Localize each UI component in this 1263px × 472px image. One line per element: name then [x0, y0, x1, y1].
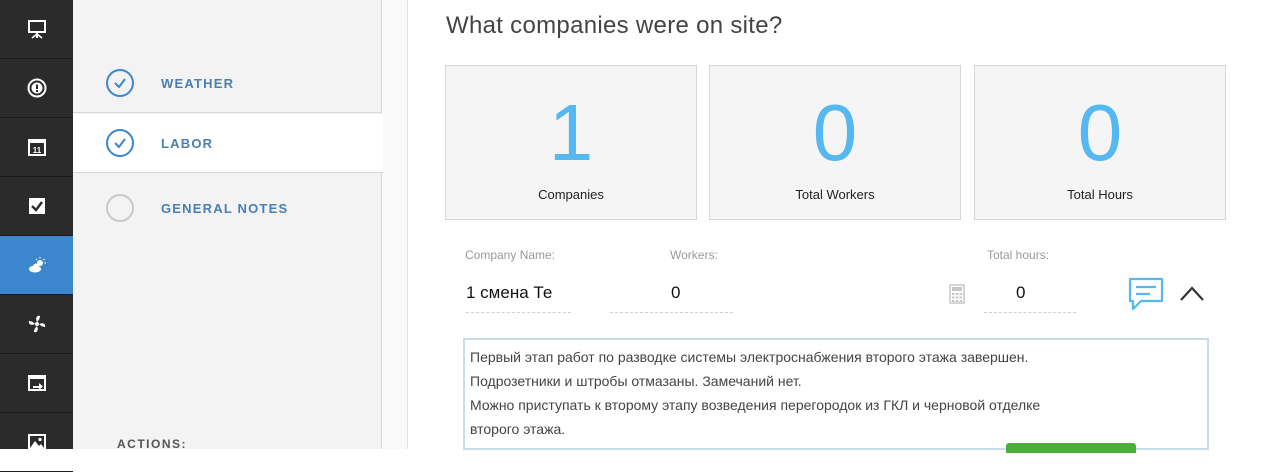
rail-item-export[interactable]: [0, 354, 73, 413]
save-button[interactable]: [1006, 443, 1136, 453]
step-label: WEATHER: [161, 75, 235, 91]
company-name-field[interactable]: 1 смена Те: [466, 283, 578, 303]
notes-textarea[interactable]: Первый этап работ по разводке системы эл…: [463, 338, 1209, 450]
stat-value: 0: [1077, 88, 1123, 177]
weather-icon: [28, 257, 46, 273]
stat-value: 1: [548, 88, 594, 177]
stat-card-companies: 1 Companies: [445, 65, 697, 220]
rail-item-presentation[interactable]: [0, 0, 73, 59]
comment-icon[interactable]: [1127, 276, 1165, 317]
stat-caption: Companies: [538, 187, 604, 202]
rail-item-calendar[interactable]: 11: [0, 118, 73, 177]
fan-icon: [28, 315, 45, 333]
step-weather[interactable]: WEATHER: [73, 54, 382, 113]
step-label: GENERAL NOTES: [161, 200, 289, 216]
notes-line: Первый этап работ по разводке системы эл…: [470, 349, 1029, 365]
alert-icon: [27, 78, 46, 98]
calculator-icon[interactable]: [949, 284, 965, 309]
image-icon: [27, 434, 46, 450]
step-label: LABOR: [161, 135, 214, 151]
total-hours-label: Total hours:: [987, 248, 1050, 262]
main-content: What companies were on site? 1 Companies…: [409, 0, 1263, 453]
rail-item-weather[interactable]: [0, 236, 73, 295]
svg-text:11: 11: [32, 146, 41, 155]
step-general-notes[interactable]: GENERAL NOTES: [73, 178, 382, 238]
check-circle-icon: [106, 129, 134, 157]
stat-caption: Total Workers: [795, 187, 875, 202]
stat-caption: Total Hours: [1067, 187, 1133, 202]
company-name-underline: [466, 312, 571, 313]
calendar-icon: 11: [27, 139, 46, 156]
page-title: What companies were on site?: [446, 12, 783, 39]
steps-panel: WEATHER LABOR GENERAL NOTES ACTIONS:: [73, 0, 383, 451]
presentation-icon: [27, 20, 46, 39]
total-hours-underline: [984, 312, 1076, 313]
chevron-up-icon[interactable]: [1179, 284, 1205, 307]
workers-underline: [610, 312, 733, 313]
rail-item-tasks[interactable]: [0, 177, 73, 236]
notes-line: Можно приступать к второму этапу возведе…: [470, 397, 1041, 413]
rail-item-alerts[interactable]: [0, 59, 73, 118]
company-name-label: Company Name:: [465, 248, 556, 262]
workers-field[interactable]: 0: [671, 283, 680, 303]
workers-label: Workers:: [670, 248, 718, 262]
notes-line: второго этажа.: [470, 421, 566, 437]
checkbox-icon: [28, 198, 45, 214]
stat-card-hours: 0 Total Hours: [974, 65, 1226, 220]
icon-rail: 11: [0, 0, 73, 472]
check-circle-icon: [106, 69, 134, 97]
stat-card-workers: 0 Total Workers: [709, 65, 961, 220]
rail-item-equipment[interactable]: [0, 295, 73, 354]
step-labor[interactable]: LABOR: [73, 114, 383, 173]
panel-divider: [383, 0, 408, 449]
notes-line: Подрозетники и штробы отмазаны. Замечани…: [470, 373, 802, 389]
total-hours-field[interactable]: 0: [1016, 283, 1025, 303]
empty-circle-icon: [106, 194, 134, 222]
stat-value: 0: [812, 88, 858, 177]
rail-item-photos[interactable]: [0, 413, 73, 472]
export-icon: [27, 375, 46, 391]
